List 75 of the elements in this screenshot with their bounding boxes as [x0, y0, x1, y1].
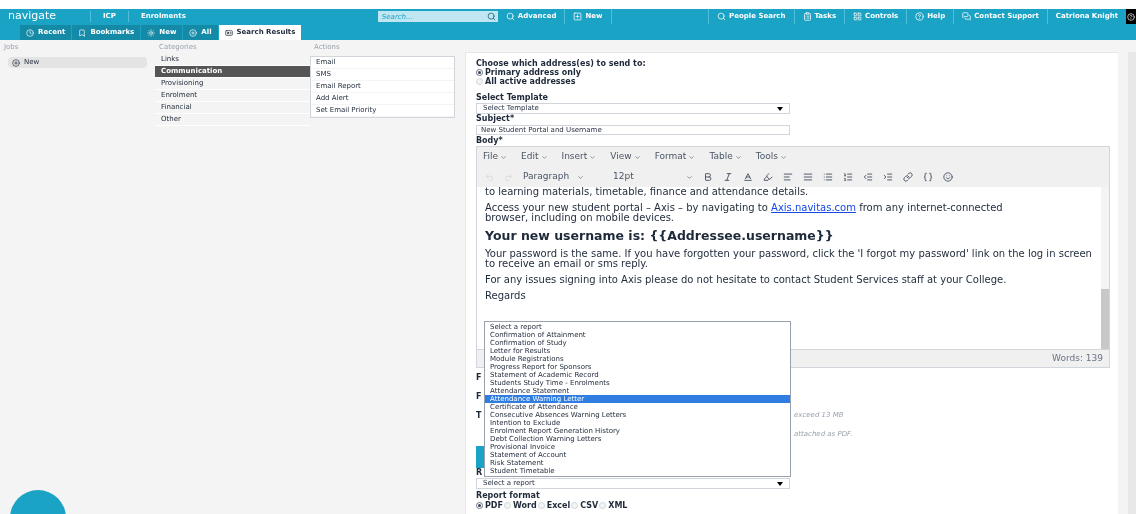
align-justify-icon[interactable] — [803, 172, 813, 182]
plus-circle-icon — [12, 58, 20, 67]
form-label: T — [476, 409, 482, 422]
braces-icon[interactable] — [923, 172, 933, 182]
caret-icon — [777, 106, 783, 111]
chat-icon — [962, 12, 972, 21]
caret-icon — [577, 173, 585, 181]
radio-label: Word — [512, 499, 537, 512]
paragraph: Your password is the same. If you have forgotten your password, click the 'I forgot my password' link on the log in screen to receive an email or sms reply. — [485, 249, 1093, 269]
clipboard-icon — [802, 12, 812, 21]
grid-icon — [853, 12, 863, 21]
form-label: Body* — [476, 136, 504, 146]
search-icon — [717, 12, 727, 21]
font-size-dropdown[interactable]: 12pt — [613, 170, 693, 184]
radio-label: PDF — [485, 500, 503, 512]
caret-icon — [500, 153, 508, 161]
block-format-dropdown[interactable]: Paragraph — [523, 170, 603, 184]
menu-button[interactable]: Tools — [755, 150, 787, 164]
caret-icon — [688, 153, 696, 161]
radio-label: XML — [608, 499, 628, 512]
form-label: Select Template — [476, 92, 549, 102]
word-count: Words: 139 — [1052, 351, 1103, 365]
heading-text: Your new username is: {{Addressee.username}} — [485, 229, 835, 243]
indent-icon[interactable] — [883, 172, 893, 182]
sun-icon — [147, 28, 156, 37]
paragraph: Access your new student portal – Axis – by navigating to Axis.navitas.com from any internet-connected browser, including on mobile devices. — [485, 203, 1004, 223]
radio-button[interactable] — [476, 69, 483, 76]
numbered-list-icon[interactable] — [843, 172, 853, 182]
italic-icon[interactable] — [723, 172, 733, 182]
emoji-icon[interactable] — [943, 172, 953, 182]
highlight-icon[interactable] — [763, 172, 773, 182]
bold-icon[interactable] — [703, 172, 713, 182]
plus-icon — [573, 12, 583, 21]
menu-button[interactable]: Edit — [521, 150, 548, 164]
clock-icon — [26, 28, 34, 37]
search-icon — [505, 12, 515, 21]
paragraph: to learning materials, timetable, finance and attendance details. — [485, 187, 810, 197]
caret-icon — [589, 153, 597, 161]
id-card-icon — [224, 28, 233, 37]
form-label: Choose which address(es) to send to: — [476, 59, 647, 68]
form-label: Subject* — [476, 114, 516, 124]
menu-button[interactable]: File — [483, 150, 508, 164]
radio-button[interactable] — [476, 502, 483, 509]
search-icon[interactable] — [486, 12, 496, 21]
form-label: F — [476, 371, 482, 384]
bullet-list-icon[interactable] — [823, 172, 833, 182]
align-left-icon[interactable] — [783, 172, 793, 182]
scrollbar[interactable] — [1101, 187, 1109, 349]
caret-icon — [633, 153, 641, 161]
form-label: F — [476, 390, 482, 403]
link[interactable]: Axis.navitas.com — [771, 202, 856, 213]
caret-icon — [777, 481, 783, 486]
caret-icon — [540, 153, 548, 161]
radio-label: CSV — [580, 499, 599, 512]
paragraph: Regards — [485, 291, 527, 301]
menu-button[interactable]: View — [610, 150, 641, 164]
form-label: R — [476, 468, 483, 478]
radio-label: Primary address only — [485, 67, 581, 78]
text-color-icon[interactable] — [743, 172, 753, 182]
link-icon[interactable] — [903, 172, 913, 182]
menu-button[interactable]: Insert — [561, 150, 597, 164]
menu-button[interactable]: Table — [709, 150, 742, 164]
menu-button[interactable]: Format — [654, 150, 696, 164]
radio-label: Excel — [546, 499, 571, 512]
form-label: Report format — [476, 491, 541, 501]
help-icon[interactable] — [1126, 9, 1136, 24]
plus-circle-icon — [189, 28, 198, 37]
bookmark-icon — [78, 28, 87, 37]
caret-icon — [734, 153, 742, 161]
caret-icon — [779, 153, 787, 161]
paragraph: For any issues signing into Axis please do not hesitate to contact Student Services staff at your College. — [485, 275, 1008, 285]
radio-label: All active addresses — [485, 76, 576, 88]
caret-icon — [686, 173, 693, 181]
help-icon — [915, 12, 925, 21]
outdent-icon[interactable] — [863, 172, 873, 182]
